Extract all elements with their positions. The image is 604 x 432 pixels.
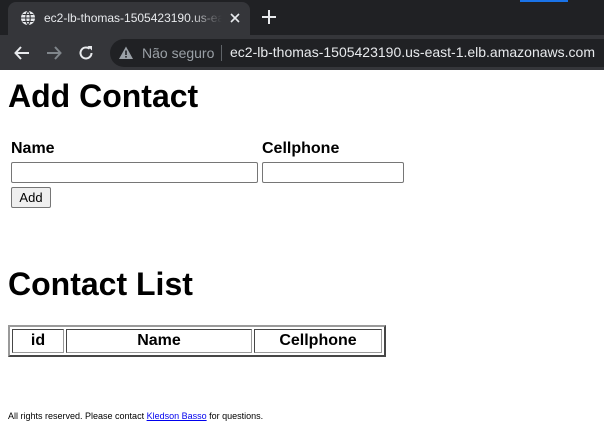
close-icon[interactable] xyxy=(228,11,242,25)
column-header-name: Name xyxy=(66,329,252,353)
name-input[interactable] xyxy=(11,162,258,183)
add-button[interactable]: Add xyxy=(11,187,51,208)
footer: All rights reserved. Please contact Kled… xyxy=(8,411,263,421)
not-secure-label[interactable]: Não seguro xyxy=(142,45,214,61)
new-tab-icon[interactable] xyxy=(260,8,278,26)
add-contact-heading: Add Contact xyxy=(8,78,199,114)
back-arrow-icon[interactable] xyxy=(13,44,31,62)
tab-strip-accent xyxy=(520,0,568,2)
page-content: Add Contact Name Cellphone Add Contact L… xyxy=(0,70,604,432)
browser-toolbar: Não seguro ec2-lb-thomas-1505423190.us-e… xyxy=(0,35,604,70)
contact-table: id Name Cellphone xyxy=(8,325,386,357)
address-bar[interactable]: Não seguro ec2-lb-thomas-1505423190.us-e… xyxy=(110,39,604,67)
address-separator xyxy=(221,45,222,61)
footer-text-after: for questions. xyxy=(206,411,264,421)
column-header-cellphone: Cellphone xyxy=(254,329,382,353)
tab-title: ec2-lb-thomas-1505423190.us-east-1.elb.a… xyxy=(44,11,222,25)
cellphone-input[interactable] xyxy=(262,162,404,183)
footer-text-before: All rights reserved. Please contact xyxy=(8,411,147,421)
contact-list-heading: Contact List xyxy=(8,266,193,302)
browser-tab-strip: ec2-lb-thomas-1505423190.us-east-1.elb.a… xyxy=(0,0,604,35)
name-label: Name xyxy=(11,140,55,157)
forward-arrow-icon[interactable] xyxy=(45,44,63,62)
contact-author-link[interactable]: Kledson Basso xyxy=(147,411,207,421)
cellphone-label: Cellphone xyxy=(262,140,340,157)
table-header-row: id Name Cellphone xyxy=(12,329,382,353)
url-text[interactable]: ec2-lb-thomas-1505423190.us-east-1.elb.a… xyxy=(230,44,595,60)
globe-icon xyxy=(21,10,35,26)
reload-icon[interactable] xyxy=(77,44,95,62)
warning-icon[interactable] xyxy=(118,45,134,61)
browser-tab[interactable]: ec2-lb-thomas-1505423190.us-east-1.elb.a… xyxy=(8,2,250,35)
column-header-id: id xyxy=(12,329,64,353)
